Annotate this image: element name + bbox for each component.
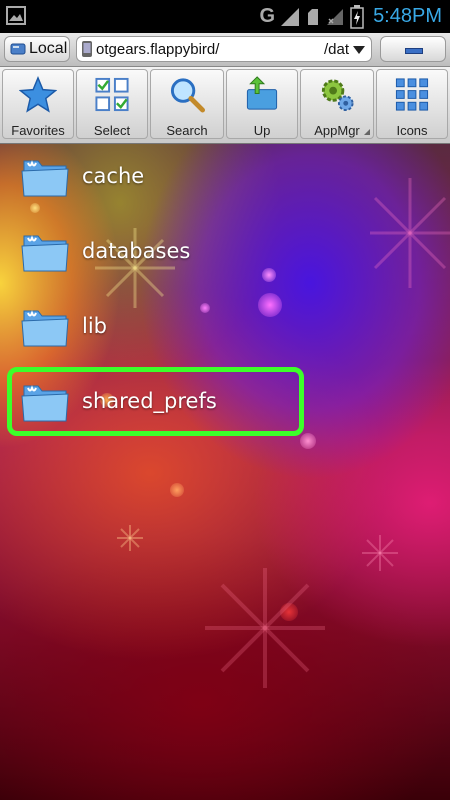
sparkle-dot (200, 303, 210, 313)
folder-name: databases (82, 239, 191, 263)
search-label: Search (166, 123, 208, 138)
folder-icon (21, 235, 69, 272)
folder-name: cache (82, 164, 145, 188)
magnifier-icon (170, 78, 206, 113)
local-storage-button[interactable]: Local (4, 36, 70, 62)
path-tail: /dat (323, 41, 349, 58)
folder-item-lib[interactable]: lib (20, 296, 107, 356)
folder-icon (21, 160, 69, 197)
favorites-button[interactable]: Favorites (2, 69, 74, 139)
sparkle-dot (300, 433, 316, 449)
grid-icon (395, 78, 429, 111)
snowflake-decoration (370, 178, 450, 288)
snowflake-decoration (362, 535, 398, 571)
chevron-down-icon (353, 46, 365, 54)
folder-up-icon (246, 76, 278, 110)
folder-item-databases[interactable]: databases (20, 221, 190, 281)
folder-name: lib (82, 314, 107, 338)
path-text: otgears.flappybird/ (96, 40, 220, 58)
folder-item-cache[interactable]: cache (20, 146, 144, 206)
local-button-label: Local (29, 40, 68, 57)
gears-icon (321, 79, 354, 112)
sim-card-icon (308, 8, 319, 25)
phone-icon (82, 41, 92, 57)
snowflake-decoration (205, 568, 325, 688)
status-icons: G 5:48PM (259, 0, 442, 33)
highlight-box (7, 367, 304, 436)
toolbar: Favorites Select Search Up AppMgr Icons (0, 67, 450, 144)
icons-label: Icons (396, 123, 428, 138)
up-button[interactable]: Up (226, 69, 298, 139)
storage-icon (10, 43, 26, 55)
view-icons-button[interactable]: Icons (376, 69, 448, 139)
gallery-notification-icon (6, 6, 26, 25)
signal-strength-icon (281, 7, 300, 26)
up-label: Up (253, 123, 271, 138)
clock: 5:48PM (373, 5, 442, 27)
status-bar: G 5:48PM (0, 0, 450, 33)
network-type-label: G (259, 5, 276, 27)
select-button[interactable]: Select (76, 69, 148, 139)
no-signal-icon (327, 8, 344, 25)
app-manager-button[interactable]: AppMgr (300, 69, 374, 139)
checklist-icon (95, 77, 129, 112)
path-dropdown[interactable]: otgears.flappybird/ /dat (76, 36, 372, 62)
favorites-label: Favorites (11, 123, 65, 138)
star-icon (19, 76, 57, 113)
minus-icon (405, 48, 423, 54)
submenu-indicator-icon (364, 129, 370, 135)
folder-icon (21, 310, 69, 347)
collapse-button[interactable] (380, 36, 446, 62)
battery-charging-icon (350, 4, 364, 29)
sparkle-dot (262, 268, 276, 282)
sparkle-dot (170, 483, 184, 497)
select-label: Select (93, 123, 131, 138)
search-button[interactable]: Search (150, 69, 224, 139)
sparkle-dot (258, 293, 282, 317)
address-bar: Local otgears.flappybird/ /dat (0, 33, 450, 67)
app-manager-label: AppMgr (314, 123, 360, 138)
snowflake-decoration (117, 525, 143, 551)
